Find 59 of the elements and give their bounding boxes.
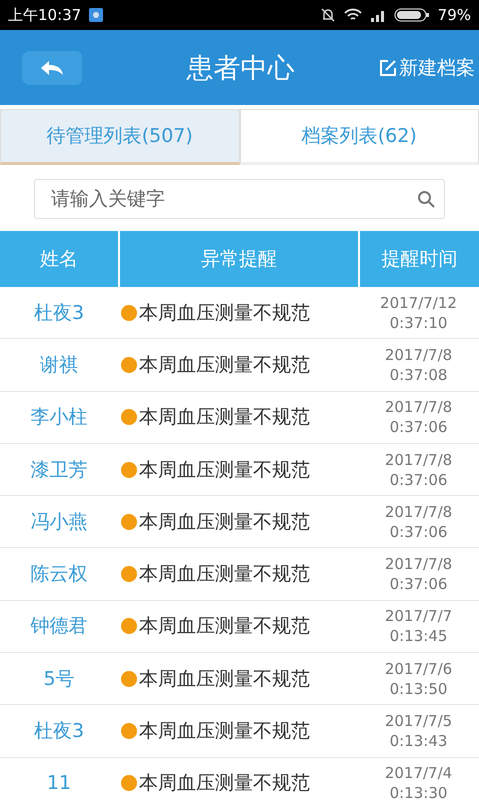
alert-time: 0:37:06 — [390, 470, 448, 490]
back-arrow-icon — [39, 60, 65, 76]
alert-text: 本周血压测量不规范 — [139, 300, 310, 326]
patient-name[interactable]: 钟德君 — [0, 600, 118, 652]
patient-name[interactable]: 杜夜3 — [0, 705, 118, 757]
alert-time: 0:13:43 — [390, 731, 448, 752]
patient-name[interactable]: 11 — [0, 758, 118, 800]
tab[interactable]: 档案列表(62) — [240, 109, 479, 165]
edit-icon — [379, 58, 397, 76]
column-header: 姓名 — [39, 247, 79, 272]
alert-time: 0:37:10 — [390, 312, 448, 333]
alert-text: 本周血压测量不规范 — [139, 352, 310, 378]
alert-date: 2017/7/8 — [384, 397, 452, 418]
alert-text: 本周血压测量不规范 — [139, 771, 310, 796]
patient-name[interactable]: 杜夜3 — [0, 287, 118, 338]
alert-time: 0:37:06 — [390, 574, 448, 594]
alert-text: 本周血压测量不规范 — [139, 614, 310, 640]
status-time: 上午10:37 — [8, 6, 82, 24]
page-title: 患者中心 — [185, 52, 296, 86]
alert-time: 0:13:30 — [390, 783, 448, 800]
new-record-button[interactable]: 新建档案 — [379, 54, 475, 80]
battery-level: 79% — [438, 6, 471, 24]
search-field[interactable]: 请输入关键字 — [34, 179, 445, 219]
column-header: 提醒时间 — [358, 231, 479, 287]
search-icon — [417, 190, 435, 208]
alert-time: 0:37:06 — [390, 522, 448, 542]
alert-time: 0:37:08 — [390, 364, 448, 385]
patient-name[interactable]: 5号 — [0, 653, 118, 704]
alert-date: 2017/7/12 — [380, 292, 457, 313]
alert-date: 2017/7/6 — [384, 658, 452, 679]
alert-text: 本周血压测量不规范 — [139, 510, 310, 535]
alert-text: 本周血压测量不规范 — [139, 666, 310, 692]
patient-name[interactable]: 李小柱 — [0, 392, 118, 443]
battery-icon — [394, 7, 430, 23]
alert-date: 2017/7/8 — [384, 554, 452, 574]
alert-date: 2017/7/7 — [384, 606, 452, 626]
alert-text: 本周血压测量不规范 — [139, 719, 310, 744]
alert-text: 本周血压测量不规范 — [139, 562, 310, 588]
alert-text: 本周血压测量不规范 — [139, 405, 310, 430]
mute-icon — [320, 7, 336, 23]
alert-date: 2017/7/8 — [384, 450, 452, 470]
alert-date: 2017/7/8 — [384, 502, 452, 522]
signal-icon — [370, 8, 386, 22]
patient-name[interactable]: 谢祺 — [0, 339, 118, 391]
alert-time: 0:37:06 — [390, 417, 448, 438]
wifi-icon — [344, 8, 362, 22]
patient-name[interactable]: 陈云权 — [0, 548, 118, 600]
alert-time: 0:13:50 — [390, 678, 448, 699]
back-button[interactable] — [22, 50, 82, 84]
patient-name[interactable]: 漆卫芳 — [0, 444, 118, 496]
alert-date: 2017/7/8 — [384, 344, 452, 365]
alert-date: 2017/7/5 — [384, 711, 452, 732]
tab[interactable]: 待管理列表(507) — [0, 109, 240, 165]
alert-date: 2017/7/4 — [384, 763, 452, 784]
notification-icon — [89, 8, 104, 22]
column-header: 异常提醒 — [118, 231, 358, 287]
alert-time: 0:13:45 — [390, 626, 448, 646]
alert-text: 本周血压测量不规范 — [139, 458, 310, 483]
patient-name[interactable]: 冯小燕 — [0, 496, 118, 548]
